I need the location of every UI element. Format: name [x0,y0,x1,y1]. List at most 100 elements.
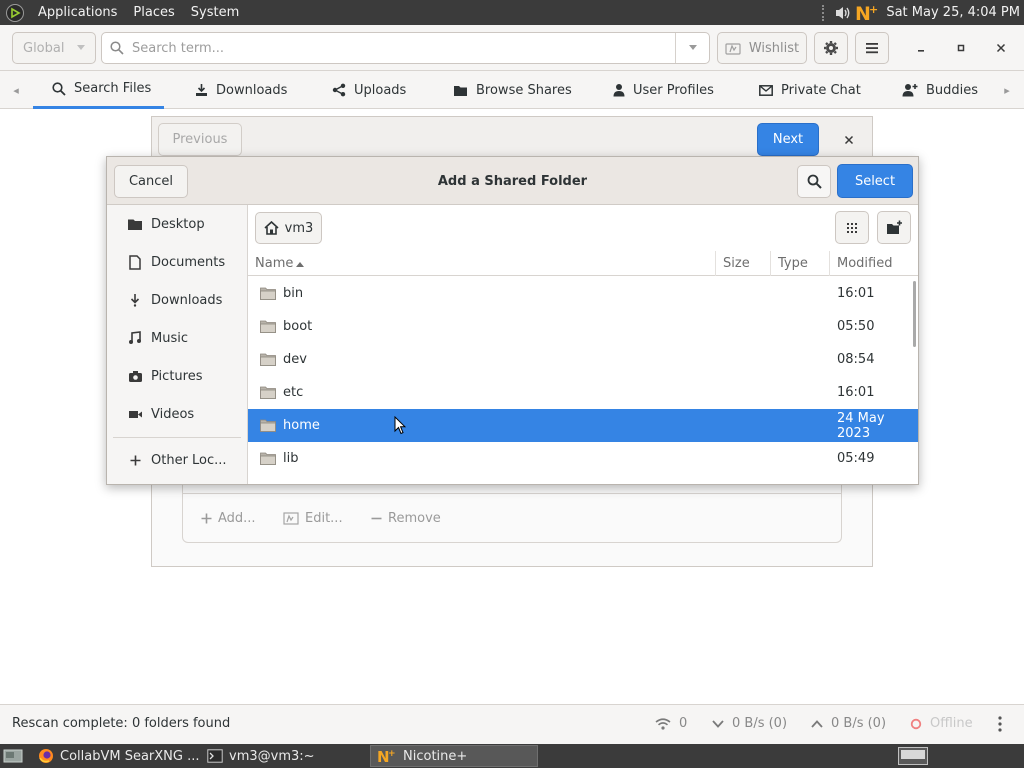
search-placeholder: Search term... [132,40,225,56]
task-terminal[interactable]: vm3@vm3:~ [201,745,369,767]
wishlist-button[interactable]: Wishlist [717,32,807,64]
tab-user-profiles[interactable]: User Profiles [613,71,714,109]
file-row[interactable]: boot 05:50 [248,310,918,343]
tab-uploads[interactable]: Uploads [332,71,406,109]
folder-icon [260,287,276,300]
wizard-close-button[interactable] [838,129,860,151]
preferences-button[interactable] [814,32,848,64]
download-speed-indicator[interactable]: 0 B/s (0) [712,716,787,731]
add-shared-folder-dialog: Cancel Add a Shared Folder Select Deskto… [106,156,919,485]
file-list: Name Size Type Modified bin 16:01 boot 0… [248,251,918,484]
menu-logo-icon[interactable] [6,3,24,22]
document-icon [127,254,143,270]
column-name-label: Name [255,256,294,271]
mail-icon [759,84,773,96]
chevron-down-icon [712,719,724,728]
tab-browse-shares[interactable]: Browse Shares [453,71,572,109]
sidebar-item-downloads[interactable]: Downloads [107,281,247,319]
folder-icon [260,419,276,432]
column-type[interactable]: Type [771,251,830,276]
tab-search-files[interactable]: Search Files [33,71,164,109]
folder-icon [260,386,276,399]
tabs-scroll-left-icon[interactable]: ◂ [6,71,26,109]
volume-icon[interactable] [832,2,854,24]
tab-private-chat[interactable]: Private Chat [759,71,861,109]
tabs-scroll-right-icon[interactable]: ▸ [997,71,1017,109]
nicotine-tray-icon[interactable]: N + [854,1,880,25]
home-icon [264,221,279,235]
desktop-folder-icon [127,216,143,232]
sidebar-item-documents[interactable]: Documents [107,243,247,281]
close-window-button[interactable] [990,37,1012,59]
folder-icon [260,452,276,465]
tab-downloads[interactable]: Downloads [195,71,287,109]
places-sidebar: Desktop Documents Downloads Music Pictur… [107,205,248,484]
sidebar-item-other-locations[interactable]: Other Loc... [107,441,247,479]
folder-icon [260,353,276,366]
file-name: home [283,418,320,433]
select-button[interactable]: Select [837,164,913,198]
column-size[interactable]: Size [716,251,771,276]
sidebar-item-pictures[interactable]: Pictures [107,357,247,395]
minimize-icon [918,50,924,52]
connection-status-button[interactable]: Offline [910,716,973,731]
system-menu[interactable]: System [183,5,247,20]
add-folder-button[interactable]: Add... [201,507,256,529]
upload-speed-indicator[interactable]: 0 B/s (0) [811,716,886,731]
clock[interactable]: Sat May 25, 4:04 PM [880,5,1024,20]
file-row-selected[interactable]: home 24 May 2023 [248,409,918,442]
file-name: lib [283,451,299,466]
edit-folder-button[interactable]: Edit... [283,507,343,529]
file-list-scrollbar[interactable] [913,281,916,347]
search-history-dropdown[interactable] [675,33,709,63]
remove-folder-button[interactable]: Remove [371,507,441,529]
sidebar-item-videos[interactable]: Videos [107,395,247,433]
column-header: Name Size Type Modified [248,251,918,276]
file-row[interactable]: dev 08:54 [248,343,918,376]
column-modified-label: Modified [837,256,893,271]
next-button[interactable]: Next [757,123,819,156]
search-icon [807,174,822,189]
file-row[interactable]: lib 05:49 [248,442,918,475]
view-toggle-button[interactable] [835,211,869,244]
minimize-button[interactable] [910,37,932,59]
file-row[interactable]: etc 16:01 [248,376,918,409]
maximize-button[interactable] [950,37,972,59]
chevron-down-icon [688,45,697,50]
workspace-icon [898,747,928,765]
new-folder-icon [886,220,902,234]
dialog-header: Cancel Add a Shared Folder Select [107,157,918,205]
column-modified[interactable]: Modified [830,251,918,276]
task-label: vm3@vm3:~ [229,748,315,764]
main-menu-button[interactable] [855,32,889,64]
dialog-search-button[interactable] [797,165,831,198]
path-home-button[interactable]: vm3 [255,212,322,244]
plus-icon [201,513,212,523]
status-menu-button[interactable] [998,716,1002,732]
search-icon [52,81,66,96]
column-name[interactable]: Name [248,251,716,276]
share-icon [332,83,346,97]
previous-button[interactable]: Previous [158,123,242,156]
search-input[interactable]: Search term... [101,32,710,64]
tab-label: Search Files [74,81,152,96]
new-folder-button[interactable] [877,211,911,244]
tab-buddies[interactable]: Buddies [902,71,978,109]
status-message: Rescan complete: 0 folders found [12,716,231,731]
file-row[interactable]: bin 16:01 [248,277,918,310]
connections-indicator[interactable]: 0 [655,716,687,731]
connections-count: 0 [679,716,688,731]
cancel-button[interactable]: Cancel [114,165,188,198]
video-icon [127,406,143,422]
sidebar-item-desktop[interactable]: Desktop [107,205,247,243]
workspace-switcher[interactable] [892,745,928,767]
minus-icon [371,517,382,519]
sidebar-item-music[interactable]: Music [107,319,247,357]
places-menu[interactable]: Places [125,5,182,20]
applications-menu[interactable]: Applications [30,5,125,20]
task-collabvm-searxng[interactable]: CollabVM SearXNG ... [32,745,200,767]
search-scope-combo[interactable]: Global [12,32,96,64]
task-nicotine[interactable]: N + Nicotine+ [370,745,538,767]
download-icon [127,292,143,308]
show-desktop-button[interactable] [0,745,26,767]
